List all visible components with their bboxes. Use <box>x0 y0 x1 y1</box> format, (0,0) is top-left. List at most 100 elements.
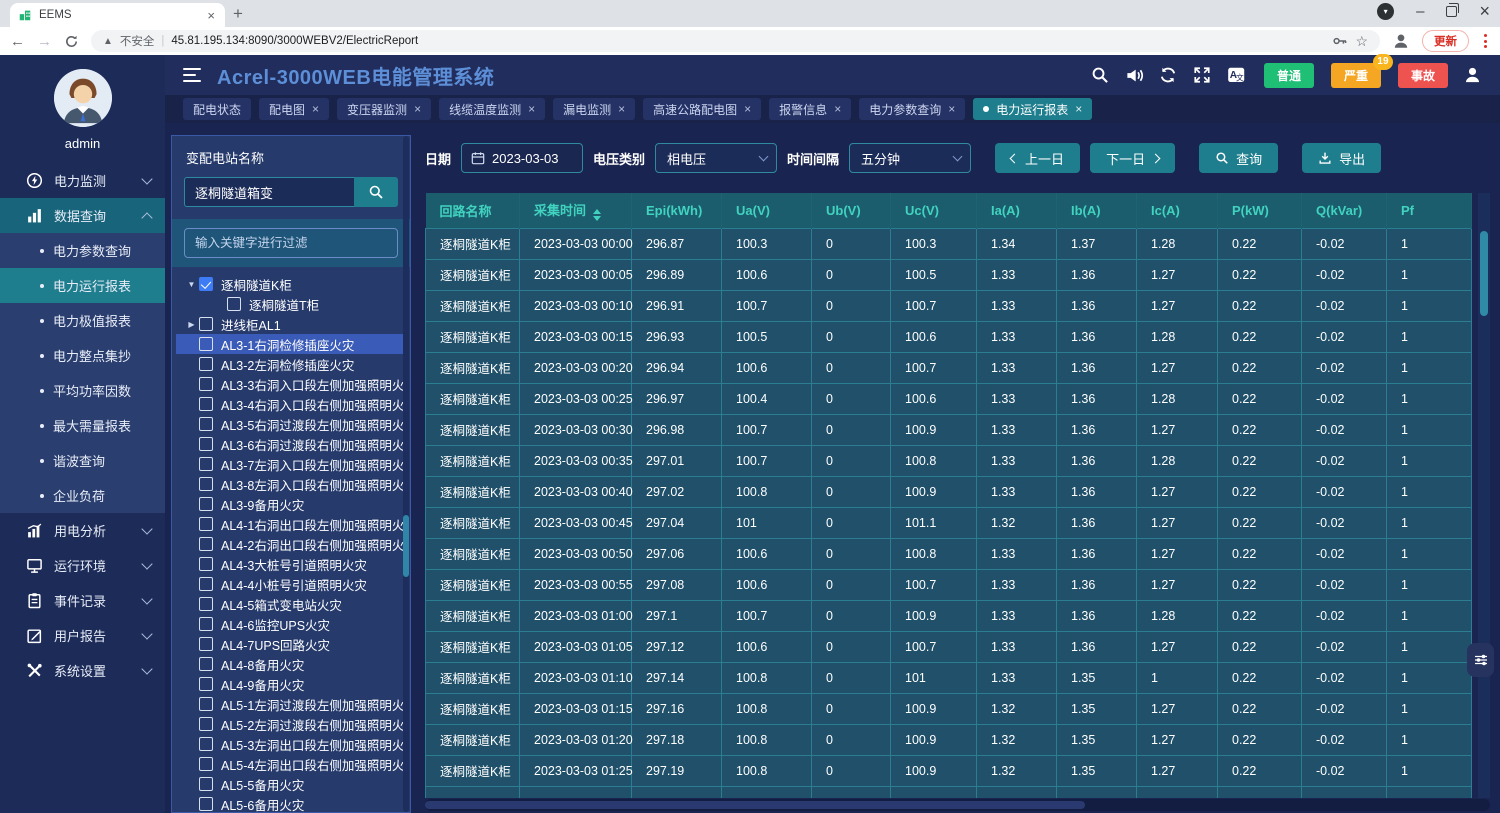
tree-item[interactable]: AL4-5箱式变电站火灾 <box>176 594 406 614</box>
page-tab-配电图[interactable]: 配电图× <box>259 98 329 120</box>
tree-checkbox[interactable] <box>199 477 213 491</box>
tree-checkbox[interactable] <box>199 637 213 651</box>
submenu-item-企业负荷[interactable]: 企业负荷 <box>0 478 165 513</box>
tree-checkbox[interactable] <box>199 557 213 571</box>
table-hscrollbar-thumb[interactable] <box>425 801 1085 809</box>
tree-checkbox[interactable] <box>199 457 213 471</box>
tree-checkbox[interactable] <box>199 677 213 691</box>
interval-select[interactable]: 五分钟 <box>849 143 971 173</box>
tab-close-icon[interactable]: × <box>1075 102 1082 116</box>
submenu-item-谐波查询[interactable]: 谐波查询 <box>0 443 165 478</box>
tree-item[interactable]: AL3-9备用火灾 <box>176 494 406 514</box>
tree-item[interactable]: AL5-5备用火灾 <box>176 774 406 794</box>
tree-item[interactable]: AL4-2右洞出口段右侧加强照明火灾 <box>176 534 406 554</box>
tree-checkbox[interactable] <box>199 597 213 611</box>
voltage-type-select[interactable]: 相电压 <box>655 143 777 173</box>
table-settings-button[interactable] <box>1467 643 1494 677</box>
alarm-badge-事故[interactable]: 事故 <box>1398 63 1448 88</box>
submenu-item-电力极值报表[interactable]: 电力极值报表 <box>0 303 165 338</box>
tree-item[interactable]: 逐桐隧道T柜 <box>176 294 406 314</box>
tree-checkbox[interactable] <box>199 537 213 551</box>
collapse-arrow-icon[interactable]: ▶ <box>184 320 199 329</box>
tree-checkbox[interactable] <box>199 617 213 631</box>
tree-item[interactable]: AL4-8备用火灾 <box>176 654 406 674</box>
tree-checkbox[interactable] <box>199 517 213 531</box>
fullscreen-icon[interactable] <box>1193 66 1212 85</box>
sidebar-item-事件记录[interactable]: 事件记录 <box>0 583 165 618</box>
search-icon[interactable] <box>1091 66 1110 85</box>
date-picker[interactable]: 2023-03-03 <box>461 143 583 173</box>
tree-checkbox[interactable] <box>227 297 241 311</box>
sidebar-item-系统设置[interactable]: 系统设置 <box>0 653 165 688</box>
tree-item[interactable]: AL5-1左洞过渡段左侧加强照明火灾 <box>176 694 406 714</box>
reload-button[interactable] <box>64 34 79 49</box>
tree-item[interactable]: ▶进线柜AL1 <box>176 314 406 334</box>
tree-item[interactable]: AL5-6备用火灾 <box>176 794 406 812</box>
tree-checkbox[interactable] <box>199 437 213 451</box>
tree-item[interactable]: AL5-2左洞过渡段右侧加强照明火灾 <box>176 714 406 734</box>
page-tab-报警信息[interactable]: 报警信息× <box>769 98 851 120</box>
window-restore-button[interactable] <box>1446 6 1457 17</box>
tree-scrollbar-thumb[interactable] <box>403 515 409 577</box>
tree-item[interactable]: AL4-6监控UPS火灾 <box>176 614 406 634</box>
alarm-badge-普通[interactable]: 普通 <box>1264 63 1314 88</box>
window-close-button[interactable] <box>1479 4 1490 19</box>
export-button[interactable]: 导出 <box>1302 143 1381 173</box>
next-day-button[interactable]: 下一日 <box>1090 143 1175 173</box>
tree-item[interactable]: AL3-3右洞入口段左侧加强照明火灾 <box>176 374 406 394</box>
tree-checkbox[interactable] <box>199 577 213 591</box>
chrome-update-button[interactable]: 更新 <box>1422 30 1469 52</box>
url-bar[interactable]: ▲ 不安全 | 45.81.195.134:8090/3000WEBV2/Ele… <box>91 30 1380 52</box>
sort-icon[interactable] <box>593 209 601 221</box>
tree-item[interactable]: AL3-8左洞入口段右侧加强照明火灾 <box>176 474 406 494</box>
tree-item[interactable]: AL3-4右洞入口段右侧加强照明火灾 <box>176 394 406 414</box>
tree-checkbox[interactable] <box>199 657 213 671</box>
submenu-item-电力运行报表[interactable]: 电力运行报表 <box>0 268 165 303</box>
page-tab-变压器监测[interactable]: 变压器监测× <box>337 98 431 120</box>
column-header-采集时间[interactable]: 采集时间 <box>520 193 632 228</box>
sidebar-item-数据查询[interactable]: 数据查询 <box>0 198 165 233</box>
chrome-menu-icon[interactable] <box>1481 34 1490 48</box>
tree-checkbox[interactable] <box>199 697 213 711</box>
page-tab-漏电监测[interactable]: 漏电监测× <box>553 98 635 120</box>
browser-tab-close-icon[interactable]: × <box>205 8 217 23</box>
new-tab-button[interactable] <box>225 2 251 26</box>
tree-item[interactable]: AL4-4小桩号引道照明火灾 <box>176 574 406 594</box>
browser-tab[interactable]: EEMS × <box>10 3 225 27</box>
tree-item[interactable]: AL4-1右洞出口段左侧加强照明火灾 <box>176 514 406 534</box>
station-search-input[interactable] <box>184 177 354 207</box>
page-tab-电力参数查询[interactable]: 电力参数查询× <box>859 98 965 120</box>
sound-icon[interactable] <box>1125 66 1144 85</box>
collapse-menu-icon[interactable] <box>183 68 201 82</box>
page-tab-配电状态[interactable]: 配电状态 <box>183 98 251 120</box>
sidebar-item-电力监测[interactable]: 电力监测 <box>0 163 165 198</box>
forward-button[interactable]: → <box>37 34 52 49</box>
submenu-item-电力整点集抄[interactable]: 电力整点集抄 <box>0 338 165 373</box>
tree-item[interactable]: ▼逐桐隧道K柜 <box>176 274 406 294</box>
tree-checkbox[interactable] <box>199 337 213 351</box>
expand-arrow-icon[interactable]: ▼ <box>184 280 199 289</box>
tree-checkbox[interactable] <box>199 717 213 731</box>
query-button[interactable]: 查询 <box>1199 143 1278 173</box>
page-tab-线缆温度监测[interactable]: 线缆温度监测× <box>439 98 545 120</box>
tree-scrollbar[interactable] <box>403 136 409 812</box>
profile-avatar-icon[interactable] <box>1392 32 1410 50</box>
window-minimize-button[interactable] <box>1416 4 1424 19</box>
tree-item[interactable]: AL4-7UPS回路火灾 <box>176 634 406 654</box>
tree-checkbox[interactable] <box>199 417 213 431</box>
tab-close-icon[interactable]: × <box>618 102 625 116</box>
refresh-icon[interactable] <box>1159 66 1178 85</box>
tab-close-icon[interactable]: × <box>312 102 319 116</box>
page-tab-电力运行报表[interactable]: 电力运行报表× <box>973 98 1092 120</box>
tree-item[interactable]: AL5-4左洞出口段右侧加强照明火灾 <box>176 754 406 774</box>
submenu-item-电力参数查询[interactable]: 电力参数查询 <box>0 233 165 268</box>
table-horizontal-scrollbar[interactable] <box>425 799 1490 811</box>
tree-item[interactable]: AL3-6右洞过渡段右侧加强照明火灾 <box>176 434 406 454</box>
tree-checkbox[interactable] <box>199 797 213 811</box>
tree-item[interactable]: AL3-2左洞检修插座火灾 <box>176 354 406 374</box>
tab-close-icon[interactable]: × <box>834 102 841 116</box>
prev-day-button[interactable]: 上一日 <box>995 143 1080 173</box>
bookmark-star-icon[interactable]: ☆ <box>1355 33 1368 50</box>
submenu-item-最大需量报表[interactable]: 最大需量报表 <box>0 408 165 443</box>
password-key-icon[interactable] <box>1332 33 1348 49</box>
